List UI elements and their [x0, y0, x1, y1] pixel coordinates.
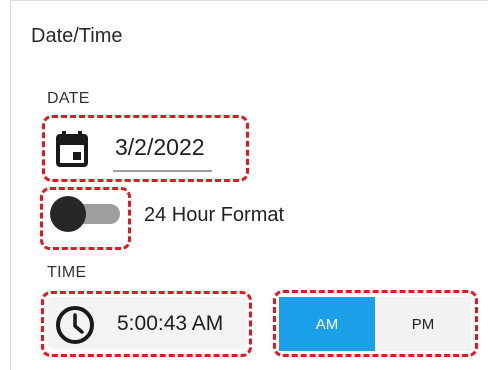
am-option[interactable]: AM	[279, 297, 375, 351]
calendar-icon[interactable]	[56, 131, 88, 167]
am-pm-selector[interactable]: AM PM	[279, 297, 471, 351]
pm-option[interactable]: PM	[375, 297, 471, 351]
toggle-thumb	[50, 196, 86, 232]
24-hour-format-toggle[interactable]	[46, 194, 124, 234]
date-label: DATE	[47, 90, 90, 107]
24-hour-format-label: 24 Hour Format	[144, 204, 285, 226]
date-field[interactable]: 3/2/2022	[115, 134, 205, 161]
clock-icon[interactable]	[53, 303, 97, 347]
section-title: Date/Time	[31, 25, 123, 47]
date-field-underline	[113, 170, 212, 172]
time-value[interactable]: 5:00:43 AM	[117, 312, 223, 336]
time-label: TIME	[47, 264, 87, 281]
